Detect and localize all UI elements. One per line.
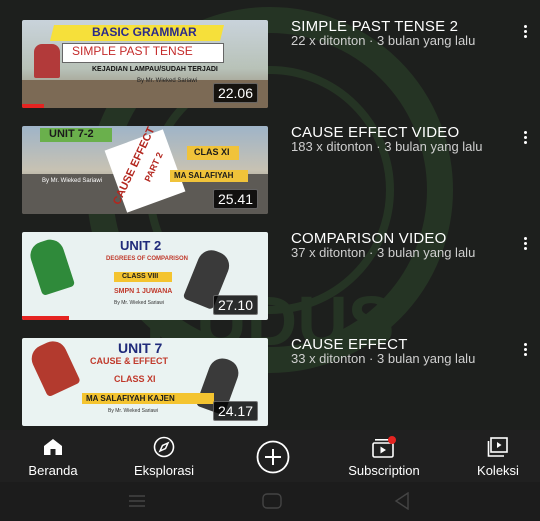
nav-subscription[interactable]: Subscription — [338, 430, 430, 482]
thumb-unit: UNIT 2 — [120, 238, 162, 253]
thumb-by: By Mr. Wieked Sariawi — [108, 408, 159, 414]
video-thumbnail[interactable]: BASIC GRAMMAR SIMPLE PAST TENSE KEJADIAN… — [22, 20, 268, 108]
thumb-class: CLAS XI — [194, 147, 230, 157]
video-meta: 37 x ditonton · 3 bulan yang lalu — [291, 245, 476, 260]
nav-create[interactable] — [246, 430, 300, 482]
video-meta: 33 x ditonton · 3 bulan yang lalu — [291, 351, 476, 366]
video-meta: 22 x ditonton · 3 bulan yang lalu — [291, 33, 476, 48]
recent-apps-icon[interactable] — [128, 494, 146, 508]
subscription-icon — [372, 436, 396, 458]
thumb-school: MA SALAFIYAH — [174, 171, 234, 180]
nav-home-label: Beranda — [28, 463, 78, 478]
plus-circle-icon — [256, 440, 290, 474]
video-item[interactable]: UNIT 7 CAUSE & EFFECT CLASS XI MA SALAFI… — [0, 336, 540, 438]
nav-home[interactable]: Beranda — [14, 430, 92, 482]
thumb-school: SMPN 1 JUWANA — [114, 288, 173, 295]
video-item[interactable]: UNIT 7-2 CAUSE EFFECT PART 2 CLAS XI MA … — [0, 124, 540, 226]
watch-progress-bar — [22, 316, 69, 320]
nav-library[interactable]: Koleksi — [462, 430, 534, 482]
thumb-by: By Mr. Wieked Sariawi — [137, 78, 198, 84]
video-thumbnail[interactable]: UNIT 2 DEGREES OF COMPARISON CLASS VIII … — [22, 232, 268, 320]
more-options-icon[interactable] — [517, 20, 533, 42]
home-icon — [44, 439, 62, 455]
more-options-icon[interactable] — [517, 232, 533, 254]
home-system-icon[interactable] — [262, 493, 282, 509]
runner-figure — [27, 338, 81, 398]
bottom-navigation: Beranda Eksplorasi Subscription Koleksi — [0, 430, 540, 482]
more-options-icon[interactable] — [517, 338, 533, 360]
watch-progress-bar — [22, 104, 45, 108]
thumb-unit: UNIT 7-2 — [49, 128, 94, 140]
thumb-class: CLASS XI — [114, 374, 156, 384]
video-duration: 24.17 — [212, 401, 258, 421]
video-thumbnail[interactable]: UNIT 7-2 CAUSE EFFECT PART 2 CLAS XI MA … — [22, 126, 268, 214]
thumb-by: By Mr. Wieked Sariawi — [114, 300, 165, 306]
nav-subscription-label: Subscription — [348, 463, 420, 478]
nav-explore[interactable]: Eksplorasi — [122, 430, 206, 482]
back-icon[interactable] — [394, 492, 410, 510]
video-thumbnail[interactable]: UNIT 7 CAUSE & EFFECT CLASS XI MA SALAFI… — [22, 338, 268, 426]
compass-icon — [153, 436, 175, 458]
thumb-figure — [34, 44, 60, 78]
nav-explore-label: Eksplorasi — [134, 463, 194, 478]
video-duration: 22.06 — [212, 83, 258, 103]
thumb-heading: SIMPLE PAST TENSE — [72, 44, 193, 58]
library-icon — [487, 437, 508, 457]
thumb-topic: DEGREES OF COMPARISON — [106, 256, 188, 262]
thumb-by: By Mr. Wieked Sariawi — [42, 178, 103, 184]
video-duration: 27.10 — [212, 295, 258, 315]
thumb-unit: UNIT 7 — [118, 340, 163, 356]
video-duration: 25.41 — [212, 189, 258, 209]
video-item[interactable]: UNIT 2 DEGREES OF COMPARISON CLASS VIII … — [0, 230, 540, 332]
thumb-sub: KEJADIAN LAMPAU/SUDAH TERJADI — [92, 66, 218, 73]
thumb-topic: CAUSE & EFFECT — [90, 356, 169, 366]
video-item[interactable]: BASIC GRAMMAR SIMPLE PAST TENSE KEJADIAN… — [0, 18, 540, 120]
video-meta: 183 x ditonton · 3 bulan yang lalu — [291, 139, 483, 154]
thumb-class: CLASS VIII — [122, 273, 159, 280]
more-options-icon[interactable] — [517, 126, 533, 148]
thumb-school: MA SALAFIYAH KAJEN — [86, 394, 175, 403]
runner-figure — [26, 236, 76, 296]
system-navigation-bar — [0, 482, 540, 521]
nav-library-label: Koleksi — [477, 463, 519, 478]
thumb-banner: BASIC GRAMMAR — [92, 25, 197, 39]
